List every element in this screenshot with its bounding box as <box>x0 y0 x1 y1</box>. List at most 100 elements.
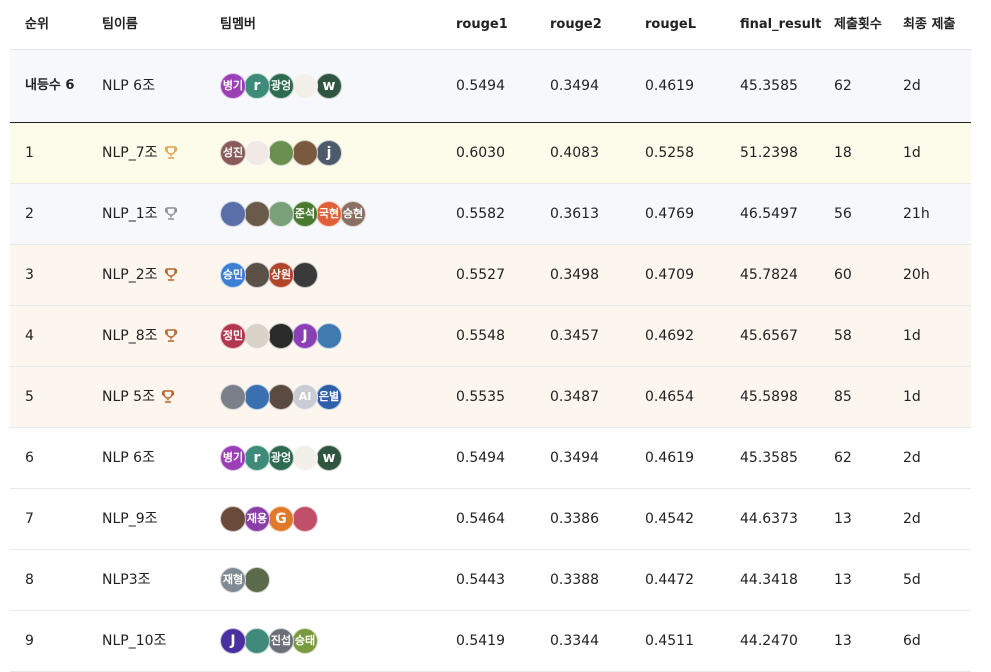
header-members[interactable]: 팀멤버 <box>220 16 256 34</box>
member-avatar[interactable]: w <box>316 73 342 99</box>
last-submission-cell: 2d <box>903 511 921 527</box>
header-last-submission[interactable]: 최종 제출 <box>903 16 963 34</box>
member-avatar[interactable] <box>268 323 294 349</box>
member-avatar[interactable]: 승현 <box>340 201 366 227</box>
member-avatar[interactable]: 재용 <box>244 506 270 532</box>
member-initials: 상원 <box>270 268 292 281</box>
table-row[interactable]: 3 NLP_2조 승민 상원 0.5527 0.3498 0.4709 45.7824 60 20… <box>10 245 971 306</box>
member-avatar[interactable]: 은별 <box>316 384 342 410</box>
my-team-name: NLP 6조 <box>102 77 217 95</box>
member-avatar[interactable] <box>244 567 270 593</box>
member-avatar[interactable] <box>244 201 270 227</box>
member-avatar[interactable] <box>244 262 270 288</box>
team-members: 재형 <box>220 567 270 593</box>
member-avatar[interactable] <box>268 140 294 166</box>
member-initials: 재용 <box>246 512 268 525</box>
member-avatar[interactable]: 준석 <box>292 201 318 227</box>
final-result-cell: 44.2470 <box>740 633 798 649</box>
member-avatar[interactable] <box>316 323 342 349</box>
last-submission-cell: 1d <box>903 145 921 161</box>
member-avatar[interactable]: G <box>268 506 294 532</box>
table-row[interactable]: 6 NLP 6조 병기 r 광엉 w 0.5494 0.3494 0.4619 45.3585 62… <box>10 428 971 489</box>
member-initials: 준석 <box>294 207 316 220</box>
member-avatar[interactable] <box>292 262 318 288</box>
member-avatar[interactable] <box>220 506 246 532</box>
member-initials: 광엉 <box>270 451 292 464</box>
rouge2-cell: 0.3613 <box>550 206 599 222</box>
rouge1-cell: 0.5494 <box>456 450 505 466</box>
table-row[interactable]: 2 NLP_1조 준석 국현 승현 0.5582 0.3613 0.4769 46.5497 56… <box>10 184 971 245</box>
rougeL-cell: 0.4619 <box>645 450 694 466</box>
member-avatar[interactable] <box>220 201 246 227</box>
table-row[interactable]: 4 NLP_8조 정민 J 0.5548 0.3457 0.4692 45.6567 58 1d <box>10 306 971 367</box>
member-avatar[interactable]: 재형 <box>220 567 246 593</box>
my-team-row[interactable]: 내등수 6 NLP 6조 병기 r 광엉 w 0.5494 0.3494 0.4619… <box>10 50 971 123</box>
rank-cell: 4 <box>25 328 34 344</box>
member-avatar[interactable]: J <box>220 628 246 654</box>
member-avatar[interactable]: 병기 <box>220 445 246 471</box>
table-row[interactable]: 8 NLP3조 재형 0.5443 0.3388 0.4472 44.3418 13 5d <box>10 550 971 611</box>
member-avatar[interactable] <box>268 384 294 410</box>
header-rouge1[interactable]: rouge1 <box>456 16 508 34</box>
member-avatar[interactable]: 병기 <box>220 73 246 99</box>
member-avatar[interactable]: 국현 <box>316 201 342 227</box>
member-avatar[interactable] <box>292 140 318 166</box>
team-cell: NLP_7조 <box>102 144 217 162</box>
rouge1-cell: 0.5548 <box>456 328 505 344</box>
member-avatar[interactable]: j <box>316 140 342 166</box>
header-team[interactable]: 팀이름 <box>102 16 217 34</box>
member-avatar[interactable]: 광엉 <box>268 445 294 471</box>
rougeL-cell: 0.4709 <box>645 267 694 283</box>
member-avatar[interactable] <box>292 445 318 471</box>
member-avatar[interactable]: r <box>244 445 270 471</box>
member-avatar[interactable]: w <box>316 445 342 471</box>
rank-cell: 3 <box>25 267 34 283</box>
my-rouge2: 0.3494 <box>550 78 599 94</box>
team-cell: NLP_9조 <box>102 510 217 528</box>
member-avatar[interactable] <box>292 73 318 99</box>
my-rouge1: 0.5494 <box>456 78 505 94</box>
member-avatar[interactable] <box>244 384 270 410</box>
member-initials: w <box>322 78 336 94</box>
member-avatar[interactable]: 상원 <box>268 262 294 288</box>
member-avatar[interactable] <box>268 201 294 227</box>
member-avatar[interactable]: 정민 <box>220 323 246 349</box>
team-name-text: NLP 6조 <box>102 78 155 94</box>
submissions-cell: 13 <box>834 511 852 527</box>
member-avatar[interactable]: 진섭 <box>268 628 294 654</box>
member-avatar[interactable]: 승민 <box>220 262 246 288</box>
table-row[interactable]: 7 NLP_9조 재용 G 0.5464 0.3386 0.4542 44.6373 13 2d <box>10 489 971 550</box>
rank-cell: 8 <box>25 572 34 588</box>
final-result-cell: 44.6373 <box>740 511 798 527</box>
team-cell: NLP_8조 <box>102 327 217 345</box>
team-name: NLP_9조 <box>102 511 158 527</box>
member-initials: 은별 <box>318 390 340 403</box>
submissions-cell: 58 <box>834 328 852 344</box>
member-avatar[interactable]: 성진 <box>220 140 246 166</box>
header-submissions[interactable]: 제출횟수 <box>834 16 889 34</box>
member-avatar[interactable] <box>244 140 270 166</box>
table-row[interactable]: 5 NLP 5조 AI 은별 0.5535 0.3487 0.4654 45.5898 85 1d <box>10 367 971 428</box>
member-avatar[interactable] <box>244 323 270 349</box>
final-result-cell: 45.3585 <box>740 450 798 466</box>
member-avatar[interactable]: 광엉 <box>268 73 294 99</box>
trophy-icon <box>164 268 178 282</box>
header-final-result[interactable]: final_result <box>740 16 822 34</box>
header-rouge2[interactable]: rouge2 <box>550 16 602 34</box>
member-initials: 승현 <box>342 207 364 220</box>
rougeL-cell: 0.4692 <box>645 328 694 344</box>
member-avatar[interactable]: J <box>292 323 318 349</box>
table-row[interactable]: 9 NLP_10조 J 진섭 승태 0.5419 0.3344 0.4511 44.2470 13… <box>10 611 971 672</box>
table-row[interactable]: 1 NLP_7조 성진 j 0.6030 0.4083 0.5258 51.2398 18 1d <box>10 123 971 184</box>
member-avatar[interactable]: 승태 <box>292 628 318 654</box>
team-members: 재용 G <box>220 506 318 532</box>
header-rougeL[interactable]: rougeL <box>645 16 696 34</box>
member-avatar[interactable]: r <box>244 73 270 99</box>
member-avatar[interactable] <box>244 628 270 654</box>
header-rank[interactable]: 순위 <box>25 16 95 34</box>
final-result-cell: 45.7824 <box>740 267 798 283</box>
final-result-cell: 45.6567 <box>740 328 798 344</box>
member-avatar[interactable]: AI <box>292 384 318 410</box>
member-avatar[interactable] <box>292 506 318 532</box>
member-avatar[interactable] <box>220 384 246 410</box>
